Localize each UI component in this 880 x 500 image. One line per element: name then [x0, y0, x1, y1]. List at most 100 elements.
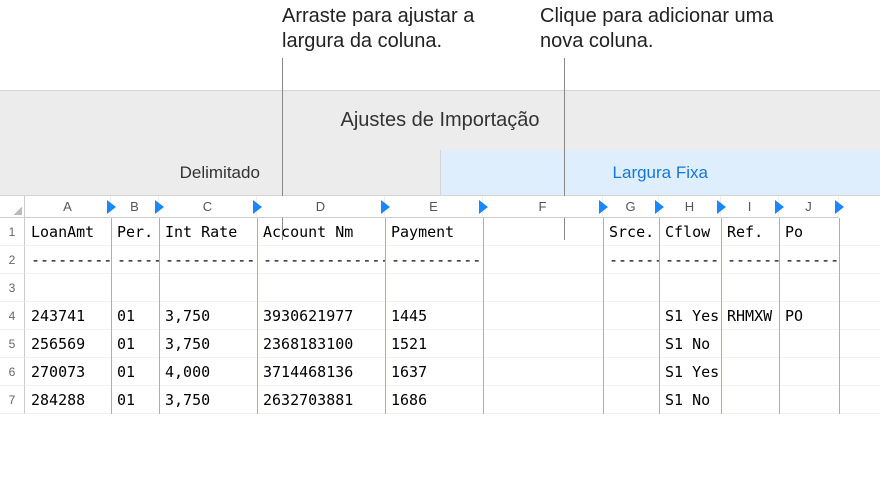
cell[interactable]: 243741	[25, 302, 111, 330]
row-header[interactable]: 4	[0, 302, 25, 330]
cell[interactable]: PO	[779, 302, 839, 330]
column-resize-handle[interactable]	[715, 196, 727, 218]
cell[interactable]: ----------	[159, 246, 257, 274]
cell[interactable]	[159, 274, 257, 302]
cell[interactable]	[603, 302, 659, 330]
column-resize-handle[interactable]	[251, 196, 263, 218]
cell[interactable]: 1521	[385, 330, 483, 358]
cell[interactable]	[721, 330, 779, 358]
cell[interactable]	[603, 330, 659, 358]
cell[interactable]: 2632703881	[257, 386, 385, 414]
cell[interactable]: ----------	[385, 246, 483, 274]
column-header-j[interactable]: J	[779, 196, 839, 218]
cell[interactable]	[483, 358, 603, 386]
cell[interactable]: Payment	[385, 218, 483, 246]
cell[interactable]	[25, 274, 111, 302]
cell[interactable]	[721, 358, 779, 386]
column-header-f[interactable]: F	[483, 196, 603, 218]
select-all-corner[interactable]	[0, 196, 25, 218]
cell[interactable]: Ref.	[721, 218, 779, 246]
cell[interactable]: Int Rate	[159, 218, 257, 246]
cell[interactable]: 2368183100	[257, 330, 385, 358]
tab-delimited[interactable]: Delimitado	[0, 150, 441, 196]
cell[interactable]: 3,750	[159, 386, 257, 414]
cell[interactable]	[483, 246, 603, 274]
cell[interactable]	[779, 274, 839, 302]
cell[interactable]: 4,000	[159, 358, 257, 386]
column-resize-handle[interactable]	[379, 196, 391, 218]
cell[interactable]: 1686	[385, 386, 483, 414]
cell[interactable]	[721, 386, 779, 414]
cell[interactable]: RHMXW	[721, 302, 779, 330]
cell[interactable]	[483, 274, 603, 302]
cell[interactable]	[659, 274, 721, 302]
column-header-e[interactable]: E	[385, 196, 483, 218]
column-resize-handle[interactable]	[477, 196, 489, 218]
cell[interactable]	[483, 218, 603, 246]
cell[interactable]: 3,750	[159, 302, 257, 330]
cell[interactable]: 01	[111, 330, 159, 358]
column-resize-handle[interactable]	[833, 196, 845, 218]
cell[interactable]: Account Nm	[257, 218, 385, 246]
cell[interactable]: ------	[721, 246, 779, 274]
row-header[interactable]: 1	[0, 218, 25, 246]
cell[interactable]	[779, 386, 839, 414]
column-header-g[interactable]: G	[603, 196, 659, 218]
cell[interactable]: ------	[659, 246, 721, 274]
cell[interactable]	[779, 330, 839, 358]
cell[interactable]: -----	[111, 246, 159, 274]
column-header-d[interactable]: D	[257, 196, 385, 218]
cell[interactable]	[603, 386, 659, 414]
column-resize-handle[interactable]	[597, 196, 609, 218]
cell[interactable]	[779, 358, 839, 386]
cell[interactable]: Cflow	[659, 218, 721, 246]
column-resize-handle[interactable]	[153, 196, 165, 218]
cell[interactable]: S1 No	[659, 386, 721, 414]
cell[interactable]: 01	[111, 358, 159, 386]
cell[interactable]	[721, 274, 779, 302]
cell[interactable]: S1 Yes	[659, 358, 721, 386]
column-header-c[interactable]: C	[159, 196, 257, 218]
cell[interactable]: 3,750	[159, 330, 257, 358]
cell[interactable]: ------	[779, 246, 839, 274]
cell[interactable]: 256569	[25, 330, 111, 358]
cell[interactable]	[257, 274, 385, 302]
cell[interactable]: --------------	[257, 246, 385, 274]
cell[interactable]: 1637	[385, 358, 483, 386]
cell[interactable]: S1 No	[659, 330, 721, 358]
cell[interactable]: Per.	[111, 218, 159, 246]
cell[interactable]: S1 Yes	[659, 302, 721, 330]
cell[interactable]: 3930621977	[257, 302, 385, 330]
column-resize-handle[interactable]	[653, 196, 665, 218]
column-header-h[interactable]: H	[659, 196, 721, 218]
cell[interactable]	[483, 302, 603, 330]
cell[interactable]	[483, 330, 603, 358]
cell[interactable]: Srce.	[603, 218, 659, 246]
cell[interactable]: 3714468136	[257, 358, 385, 386]
column-header-b[interactable]: B	[111, 196, 159, 218]
row-header[interactable]: 3	[0, 274, 25, 302]
cell[interactable]	[483, 386, 603, 414]
row-header[interactable]: 7	[0, 386, 25, 414]
column-header-a[interactable]: A	[25, 196, 111, 218]
column-resize-handle[interactable]	[105, 196, 117, 218]
column-resize-handle[interactable]	[773, 196, 785, 218]
cell[interactable]	[603, 274, 659, 302]
tab-fixed-width[interactable]: Largura Fixa	[441, 150, 880, 196]
cell[interactable]: ---------	[25, 246, 111, 274]
row-header[interactable]: 5	[0, 330, 25, 358]
cell[interactable]: 270073	[25, 358, 111, 386]
cell[interactable]: ------	[603, 246, 659, 274]
cell[interactable]: Po	[779, 218, 839, 246]
cell[interactable]: 1445	[385, 302, 483, 330]
cell[interactable]: 01	[111, 386, 159, 414]
cell[interactable]	[111, 274, 159, 302]
cell[interactable]: LoanAmt	[25, 218, 111, 246]
column-header-i[interactable]: I	[721, 196, 779, 218]
cell[interactable]: 284288	[25, 386, 111, 414]
cell[interactable]	[603, 358, 659, 386]
cell[interactable]	[385, 274, 483, 302]
row-header[interactable]: 2	[0, 246, 25, 274]
row-header[interactable]: 6	[0, 358, 25, 386]
cell[interactable]: 01	[111, 302, 159, 330]
